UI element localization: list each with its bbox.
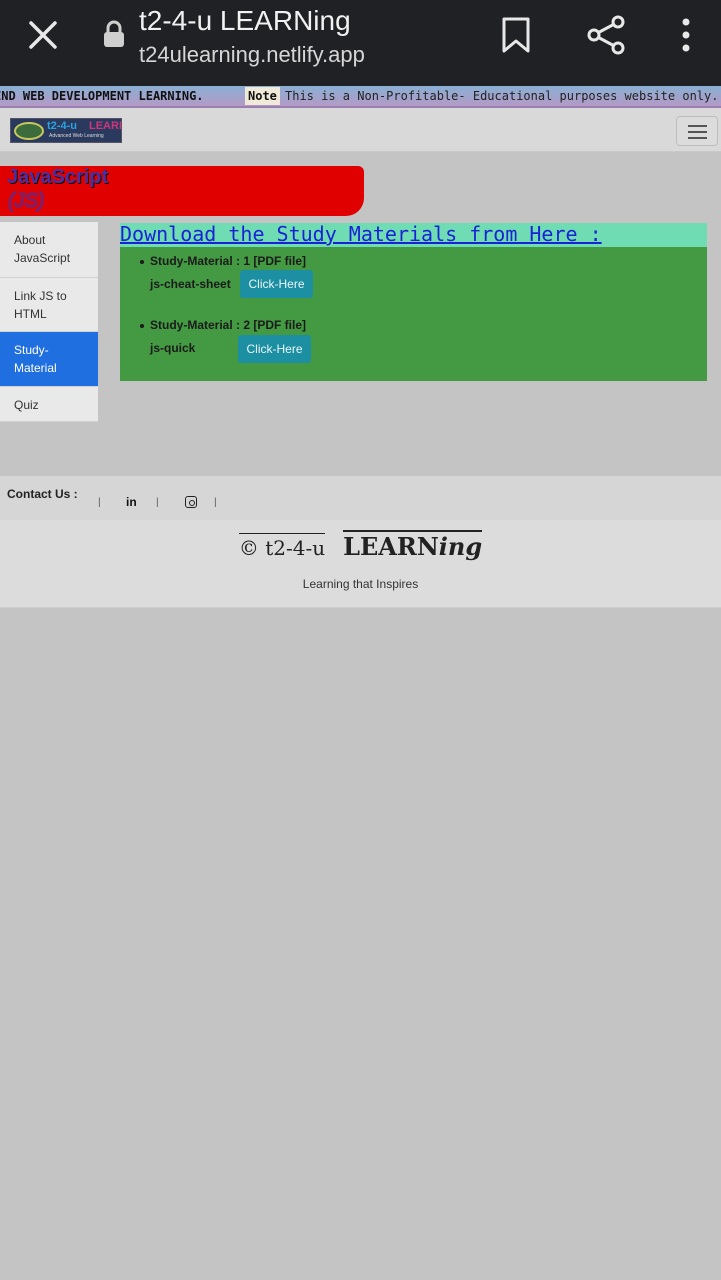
- material-name: js-cheat-sheet: [150, 277, 231, 291]
- download-heading-link[interactable]: Download the Study Materials from Here :: [120, 222, 602, 246]
- lock-icon: [104, 20, 124, 47]
- logo-tagline: Advanced Web Learning: [49, 133, 104, 139]
- bullet-icon: [140, 323, 144, 328]
- study-material-panel: Download the Study Materials from Here :…: [120, 222, 707, 381]
- divider: |: [156, 497, 159, 508]
- bookmark-icon[interactable]: [500, 16, 532, 54]
- footer-brand-suffix: ing: [438, 532, 483, 561]
- close-icon[interactable]: [26, 18, 60, 52]
- menu-icon: [688, 125, 707, 127]
- footer-copyright: © t2-4-u: [238, 533, 326, 560]
- page-title: JavaScript: [7, 166, 109, 188]
- bullet-icon: [140, 259, 144, 264]
- marquee-text-left: END WEB DEVELOPMENT LEARNING.: [0, 89, 204, 103]
- divider: |: [214, 497, 217, 508]
- marquee-text-right: This is a Non-Profitable- Educational pu…: [285, 89, 719, 103]
- page-subtitle: (JS): [8, 190, 46, 213]
- material-title-text: Study-Material : 2 [PDF file]: [150, 318, 307, 332]
- instagram-icon[interactable]: [185, 496, 197, 508]
- contact-bar: Contact Us : | in | |: [0, 476, 721, 520]
- more-options-icon[interactable]: [676, 16, 696, 54]
- material-title: Study-Material : 2 [PDF file]: [140, 318, 306, 332]
- page-banner: JavaScript (JS): [0, 166, 364, 216]
- sidebar-item-link-js-to-html[interactable]: Link JS to HTML: [0, 278, 98, 332]
- site-footer: © t2-4-u LEARNing Learning that Inspires: [0, 520, 721, 608]
- announcement-marquee: END WEB DEVELOPMENT LEARNING. Note This …: [0, 86, 721, 108]
- contact-label: Contact Us :: [7, 487, 78, 501]
- share-icon[interactable]: [586, 14, 626, 56]
- logo-text-a: t2-4-u: [47, 120, 77, 132]
- hamburger-menu-button[interactable]: [676, 116, 718, 146]
- material-name: js-quick: [150, 341, 196, 355]
- sidebar-item-quiz[interactable]: Quiz: [0, 387, 98, 422]
- divider: |: [98, 497, 101, 508]
- menu-icon-bar: [688, 131, 707, 133]
- browser-toolbar: t2-4-u LEARNing t24ulearning.netlify.app: [0, 0, 721, 86]
- footer-brand-name: LEARNing: [343, 530, 483, 561]
- site-logo[interactable]: t2-4-u LEARNing Advanced Web Learning: [10, 118, 122, 143]
- site-navbar: t2-4-u LEARNing Advanced Web Learning: [0, 108, 721, 152]
- linkedin-icon[interactable]: in: [126, 495, 137, 509]
- browser-page-title: t2-4-u LEARNing: [139, 5, 351, 36]
- logo-text-b: LEARNing: [89, 120, 121, 132]
- logo-emblem: [14, 122, 44, 140]
- download-heading-band: Download the Study Materials from Here :: [120, 222, 707, 247]
- material-title-text: Study-Material : 1 [PDF file]: [150, 254, 307, 268]
- footer-brand-main: LEARN: [343, 532, 439, 561]
- sidebar: About JavaScript Link JS to HTML Study-M…: [0, 222, 98, 422]
- download-button[interactable]: Click-Here: [240, 270, 313, 298]
- footer-brand: © t2-4-u LEARNing: [0, 530, 721, 561]
- note-label: Note: [245, 87, 280, 105]
- download-button[interactable]: Click-Here: [238, 335, 311, 363]
- browser-url[interactable]: t24ulearning.netlify.app: [139, 42, 365, 68]
- menu-icon-bar: [688, 137, 707, 139]
- sidebar-item-study-material[interactable]: Study-Material: [0, 332, 98, 387]
- sidebar-item-about-javascript[interactable]: About JavaScript: [0, 222, 98, 278]
- material-title: Study-Material : 1 [PDF file]: [140, 254, 306, 268]
- footer-tagline: Learning that Inspires: [302, 577, 419, 591]
